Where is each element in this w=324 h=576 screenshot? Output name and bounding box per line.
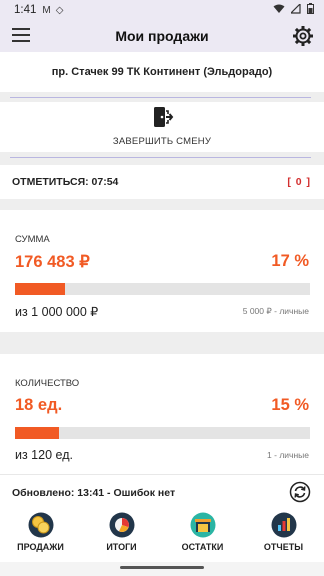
tab-totals[interactable]: ИТОГИ	[81, 508, 162, 562]
page-title: Мои продажи	[115, 28, 209, 44]
checkin-label: ОТМЕТИТЬСЯ: 07:54	[12, 176, 119, 188]
update-status-row: Обновлено: 13:41 - Ошибок нет	[0, 474, 324, 508]
home-handle[interactable]	[120, 566, 204, 569]
quantity-value: 18 ед.	[15, 396, 63, 414]
quantity-progress-bar	[15, 427, 310, 439]
sum-caption: СУММА	[15, 234, 50, 245]
end-shift-button[interactable]: ЗАВЕРШИТЬ СМЕНУ	[0, 102, 324, 152]
update-status-text: Обновлено: 13:41 - Ошибок нет	[12, 487, 176, 499]
quantity-caption: КОЛИЧЕСТВО	[15, 378, 80, 389]
bottom-tab-bar: ПРОДАЖИ ИТОГИ ОСТАТКИ ОТЧЕТЫ	[0, 508, 324, 562]
checkin-row[interactable]: ОТМЕТИТЬСЯ: 07:54 [ 0 ]	[0, 165, 324, 199]
tab-reports[interactable]: ОТЧЕТЫ	[243, 508, 324, 562]
gear-icon[interactable]	[292, 25, 314, 47]
sum-card: СУММА 176 483 ₽ 17 % из 1 000 000 ₽ 5 00…	[0, 210, 324, 332]
quantity-target: из 120 ед.	[15, 448, 73, 462]
warehouse-icon	[190, 512, 216, 538]
status-bar: 1:41 M ◇	[0, 0, 324, 20]
quantity-card: КОЛИЧЕСТВО 18 ед. 15 % из 120 ед. 1 - ли…	[0, 354, 324, 474]
sum-percent: 17 %	[271, 252, 309, 270]
exit-door-icon	[150, 105, 174, 129]
coins-icon	[28, 512, 54, 538]
end-shift-label: ЗАВЕРШИТЬ СМЕНУ	[112, 136, 212, 147]
checkin-counter: [ 0 ]	[287, 176, 311, 188]
quantity-progress-fill	[15, 427, 60, 439]
divider	[10, 157, 311, 158]
quantity-personal: 1 - личные	[267, 450, 309, 460]
sum-value: 176 483 ₽	[15, 253, 90, 271]
tab-sales-label: ПРОДАЖИ	[17, 542, 64, 552]
pie-chart-icon	[109, 512, 135, 538]
tab-stock[interactable]: ОСТАТКИ	[162, 508, 243, 562]
sync-icon: ◇	[55, 4, 64, 16]
divider	[10, 97, 311, 98]
app-bar: Мои продажи	[0, 20, 324, 52]
gmail-icon: M	[42, 4, 51, 16]
tab-stock-label: ОСТАТКИ	[181, 542, 224, 552]
sum-progress-fill	[15, 283, 66, 295]
tab-totals-label: ИТОГИ	[106, 542, 137, 552]
refresh-icon[interactable]	[289, 481, 311, 503]
sum-progress-bar	[15, 283, 310, 295]
status-time: 1:41	[14, 4, 37, 16]
sum-target: из 1 000 000 ₽	[15, 305, 99, 319]
sum-personal: 5 000 ₽ - личные	[242, 306, 309, 316]
system-nav-bar	[0, 562, 324, 576]
menu-icon[interactable]	[12, 28, 30, 42]
signal-icon	[289, 2, 301, 17]
bar-report-icon	[271, 512, 297, 538]
wifi-icon	[273, 4, 285, 17]
store-name[interactable]: пр. Стачек 99 ТК Континент (Эльдорадо)	[0, 52, 324, 92]
quantity-percent: 15 %	[271, 396, 309, 414]
tab-reports-label: ОТЧЕТЫ	[263, 542, 304, 552]
battery-icon	[307, 3, 314, 17]
tab-sales[interactable]: ПРОДАЖИ	[0, 508, 81, 562]
